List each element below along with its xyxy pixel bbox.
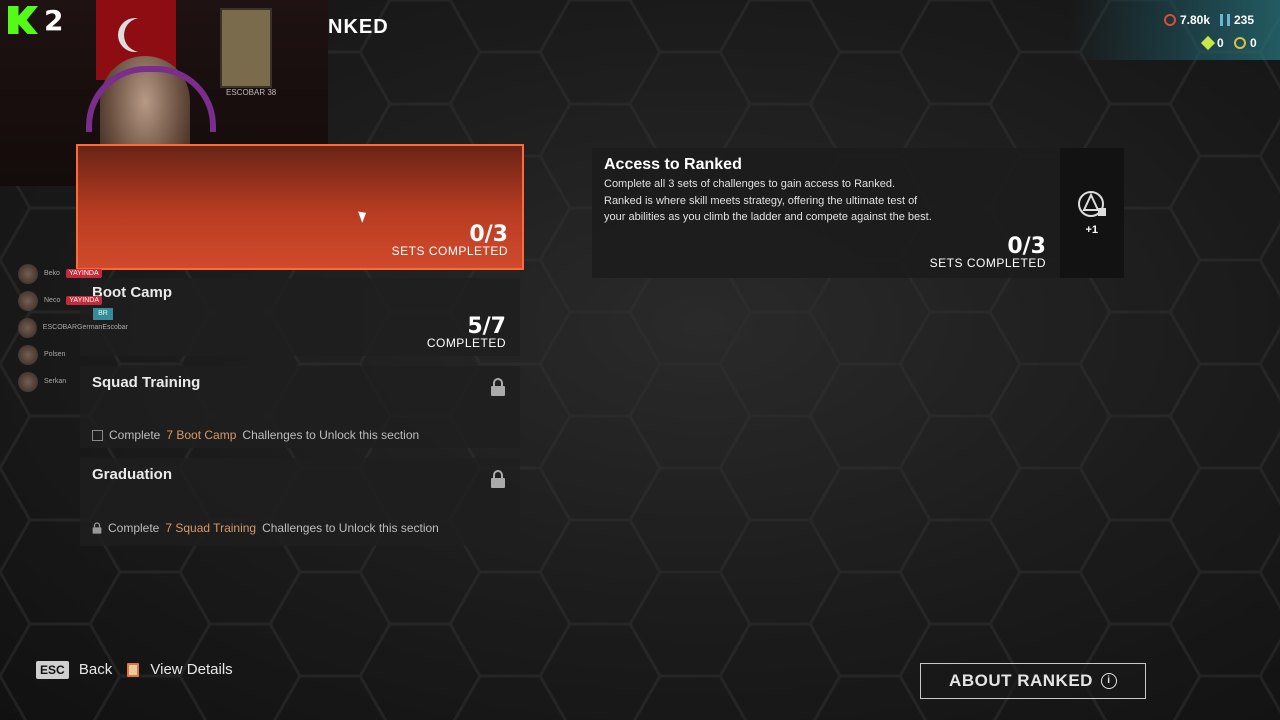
crafting-metals: 235 xyxy=(1220,13,1254,27)
squad-member-name: Beko xyxy=(44,270,60,277)
squad-list: Beko YAYINDA Neco YAYINDA ESCOBARGermanE… xyxy=(18,260,128,395)
note-suffix: Challenges to Unlock this section xyxy=(242,428,420,442)
squad-member: Beko YAYINDA xyxy=(18,260,128,287)
crafting-metals-value: 235 xyxy=(1234,13,1255,27)
back-label: Back xyxy=(78,661,113,679)
graduation-unlock-note: Complete 7 Squad Training Challenges to … xyxy=(92,521,439,535)
br-badge: BR xyxy=(93,308,113,320)
view-details-button[interactable]: View Details xyxy=(126,661,233,678)
squad-member: Polsen xyxy=(18,341,128,368)
live-tag: YAYINDA xyxy=(66,296,103,305)
squad-training-unlock-note: Complete 7 Boot Camp Challenges to Unloc… xyxy=(92,428,419,442)
apex-coins: 0 xyxy=(1234,36,1257,50)
exotic-shards-value: 0 xyxy=(1217,36,1224,50)
boot-camp-label: COMPLETED xyxy=(426,336,506,350)
page-title: NKED xyxy=(328,16,389,38)
book-icon xyxy=(127,663,140,678)
note-prefix: Complete xyxy=(108,521,160,535)
info-icon: i xyxy=(1100,673,1117,689)
graduation-card[interactable]: Graduation Complete 7 Squad Training Cha… xyxy=(80,458,520,546)
access-desc-line-2: Ranked is where skill meets strategy, of… xyxy=(604,194,932,224)
note-highlight: 7 Squad Training xyxy=(165,521,257,535)
live-tag: YAYINDA xyxy=(65,269,102,278)
avatar xyxy=(18,317,37,338)
sets-label: SETS COMPLETED xyxy=(391,244,508,258)
crafting-metals-icon xyxy=(1220,14,1230,26)
ranked-badge-icon xyxy=(1078,191,1106,217)
squad-member-name: Serkan xyxy=(44,378,67,385)
avatar xyxy=(18,263,38,284)
currency-banner xyxy=(1070,0,1280,60)
reward-count: +1 xyxy=(1085,224,1098,236)
avatar xyxy=(18,290,38,311)
legend-tokens: 7.80k xyxy=(1164,13,1210,27)
access-description: Complete all 3 sets of challenges to gai… xyxy=(604,176,934,226)
kick-count: 2 xyxy=(44,4,64,37)
legend-tokens-value: 7.80k xyxy=(1180,13,1211,27)
apex-coins-icon xyxy=(1234,37,1246,49)
squad-member-name: Polsen xyxy=(44,351,66,358)
squad-member-name: Neco xyxy=(44,297,61,304)
view-details-label: View Details xyxy=(150,661,233,678)
exotic-shards-icon xyxy=(1200,35,1216,51)
small-lock-icon xyxy=(92,522,102,534)
note-prefix: Complete xyxy=(109,428,161,442)
lock-icon xyxy=(491,378,505,396)
access-desc-line-1: Complete all 3 sets of challenges to gai… xyxy=(604,178,896,190)
avatar xyxy=(18,344,38,365)
wanted-poster xyxy=(220,8,272,88)
poster-label: ESCOBAR 38 xyxy=(226,88,277,97)
lock-icon xyxy=(491,470,505,488)
squad-member-name: ESCOBARGermanEscobar xyxy=(42,324,128,331)
ranked-sets-card[interactable]: 0/3 SETS COMPLETED xyxy=(76,144,524,270)
back-button[interactable]: ESC Back xyxy=(36,661,113,680)
legend-tokens-icon xyxy=(1164,14,1176,26)
note-suffix: Challenges to Unlock this section xyxy=(262,521,439,535)
checkbox-icon xyxy=(92,429,103,441)
graduation-title: Graduation xyxy=(92,466,173,483)
about-ranked-label: ABOUT RANKED xyxy=(949,671,1093,690)
apex-coins-value: 0 xyxy=(1250,36,1257,50)
access-to-ranked-panel: Access to Ranked Complete all 3 sets of … xyxy=(592,148,1124,278)
esc-key: ESC xyxy=(36,661,69,680)
access-title: Access to Ranked xyxy=(604,156,742,173)
boot-camp-card[interactable]: Boot Camp 5/7 COMPLETED xyxy=(80,278,520,356)
avatar xyxy=(18,371,38,392)
footer-actions: ESC Back View Details xyxy=(36,661,233,680)
squad-member: Serkan xyxy=(18,368,128,395)
exotic-shards: 0 xyxy=(1200,35,1224,51)
squad-training-card[interactable]: Squad Training Complete 7 Boot Camp Chal… xyxy=(80,366,520,448)
about-ranked-button[interactable]: ABOUT RANKED i xyxy=(920,663,1146,699)
note-highlight: 7 Boot Camp xyxy=(166,428,237,442)
access-count-label: SETS COMPLETED xyxy=(929,256,1046,270)
